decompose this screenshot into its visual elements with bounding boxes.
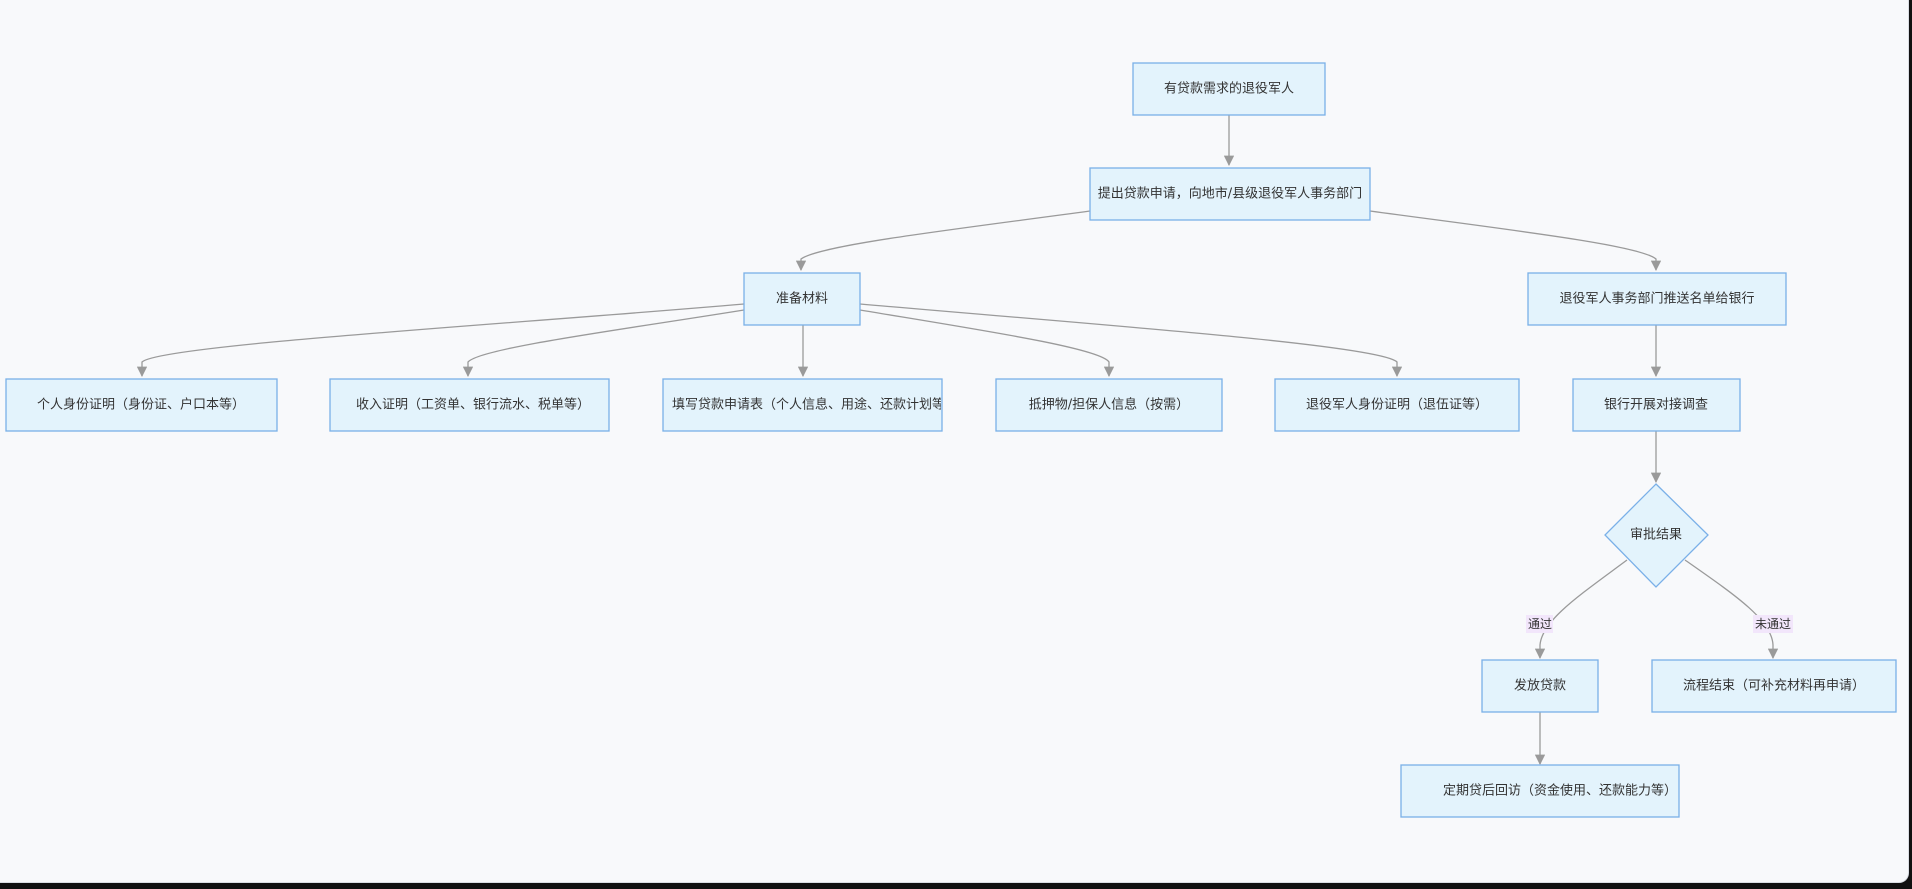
diagram-canvas: 通过 未通过 有贷款需求的退役军人 提出贷款申请，向地市/县级退役军人事务部门 …	[0, 0, 1909, 883]
edge-prepare-veteran-id	[859, 303, 1403, 378]
svg-text:收入证明（工资单、银行流水、税单等）: 收入证明（工资单、银行流水、税单等）	[356, 397, 590, 413]
svg-text:定期贷后回访（资金使用、还款能力等）: 定期贷后回访（资金使用、还款能力等）	[1443, 783, 1677, 799]
svg-text:填写贷款申请表（个人信息、用途、还款计划等）: 填写贷款申请表（个人信息、用途、还款计划等）	[672, 397, 958, 413]
svg-text:银行开展对接调查: 银行开展对接调查	[1604, 397, 1708, 413]
node-prepare[interactable]: 准备材料	[743, 272, 861, 326]
edge-approval-end	[1684, 559, 1779, 660]
edge-apply-prepare	[795, 210, 1091, 272]
svg-text:退役军人身份证明（退伍证等）: 退役军人身份证明（退伍证等）	[1306, 397, 1488, 413]
node-approval-decision[interactable]: 审批结果	[1604, 483, 1709, 588]
edge-prepare-collateral	[859, 309, 1115, 378]
node-push-bank[interactable]: 退役军人事务部门推送名单给银行	[1527, 272, 1787, 326]
node-veteran-id[interactable]: 退役军人身份证明（退伍证等）	[1274, 378, 1520, 432]
edge-label-fail: 未通过	[1753, 615, 1793, 633]
svg-text:个人身份证明（身份证、户口本等）: 个人身份证明（身份证、户口本等）	[37, 397, 245, 413]
svg-text:发放贷款: 发放贷款	[1514, 678, 1566, 694]
edge-label-pass: 通过	[1526, 615, 1553, 633]
node-end[interactable]: 流程结束（可补充材料再申请）	[1651, 659, 1897, 713]
svg-text:审批结果: 审批结果	[1630, 528, 1682, 543]
svg-text:提出贷款申请，向地市/县级退役军人事务部门: 提出贷款申请，向地市/县级退役军人事务部门	[1098, 186, 1362, 202]
svg-text:流程结束（可补充材料再申请）: 流程结束（可补充材料再申请）	[1683, 678, 1865, 694]
node-disburse[interactable]: 发放贷款	[1481, 659, 1599, 713]
svg-text:抵押物/担保人信息（按需）: 抵押物/担保人信息（按需）	[1029, 397, 1189, 413]
node-apply[interactable]: 提出贷款申请，向地市/县级退役军人事务部门	[1089, 167, 1371, 221]
node-id-card[interactable]: 个人身份证明（身份证、户口本等）	[5, 378, 278, 432]
node-followup[interactable]: 定期贷后回访（资金使用、还款能力等）	[1400, 764, 1680, 818]
node-income[interactable]: 收入证明（工资单、银行流水、税单等）	[329, 378, 610, 432]
svg-text:通过: 通过	[1528, 617, 1552, 631]
svg-text:准备材料: 准备材料	[776, 291, 828, 307]
edge-approval-disburse	[1534, 559, 1628, 660]
flowchart: 通过 未通过 有贷款需求的退役军人 提出贷款申请，向地市/县级退役军人事务部门 …	[5, 62, 1897, 818]
node-veteran[interactable]: 有贷款需求的退役军人	[1132, 62, 1326, 116]
svg-text:退役军人事务部门推送名单给银行: 退役军人事务部门推送名单给银行	[1559, 291, 1754, 307]
node-collateral[interactable]: 抵押物/担保人信息（按需）	[995, 378, 1223, 432]
svg-text:未通过: 未通过	[1755, 617, 1791, 631]
edge-prepare-id-card	[136, 303, 745, 378]
edge-prepare-income	[462, 309, 745, 378]
svg-text:有贷款需求的退役军人: 有贷款需求的退役军人	[1164, 81, 1294, 97]
node-bank-survey[interactable]: 银行开展对接调查	[1572, 378, 1741, 432]
edge-apply-push-bank	[1369, 210, 1662, 272]
node-form[interactable]: 填写贷款申请表（个人信息、用途、还款计划等）	[662, 378, 958, 432]
